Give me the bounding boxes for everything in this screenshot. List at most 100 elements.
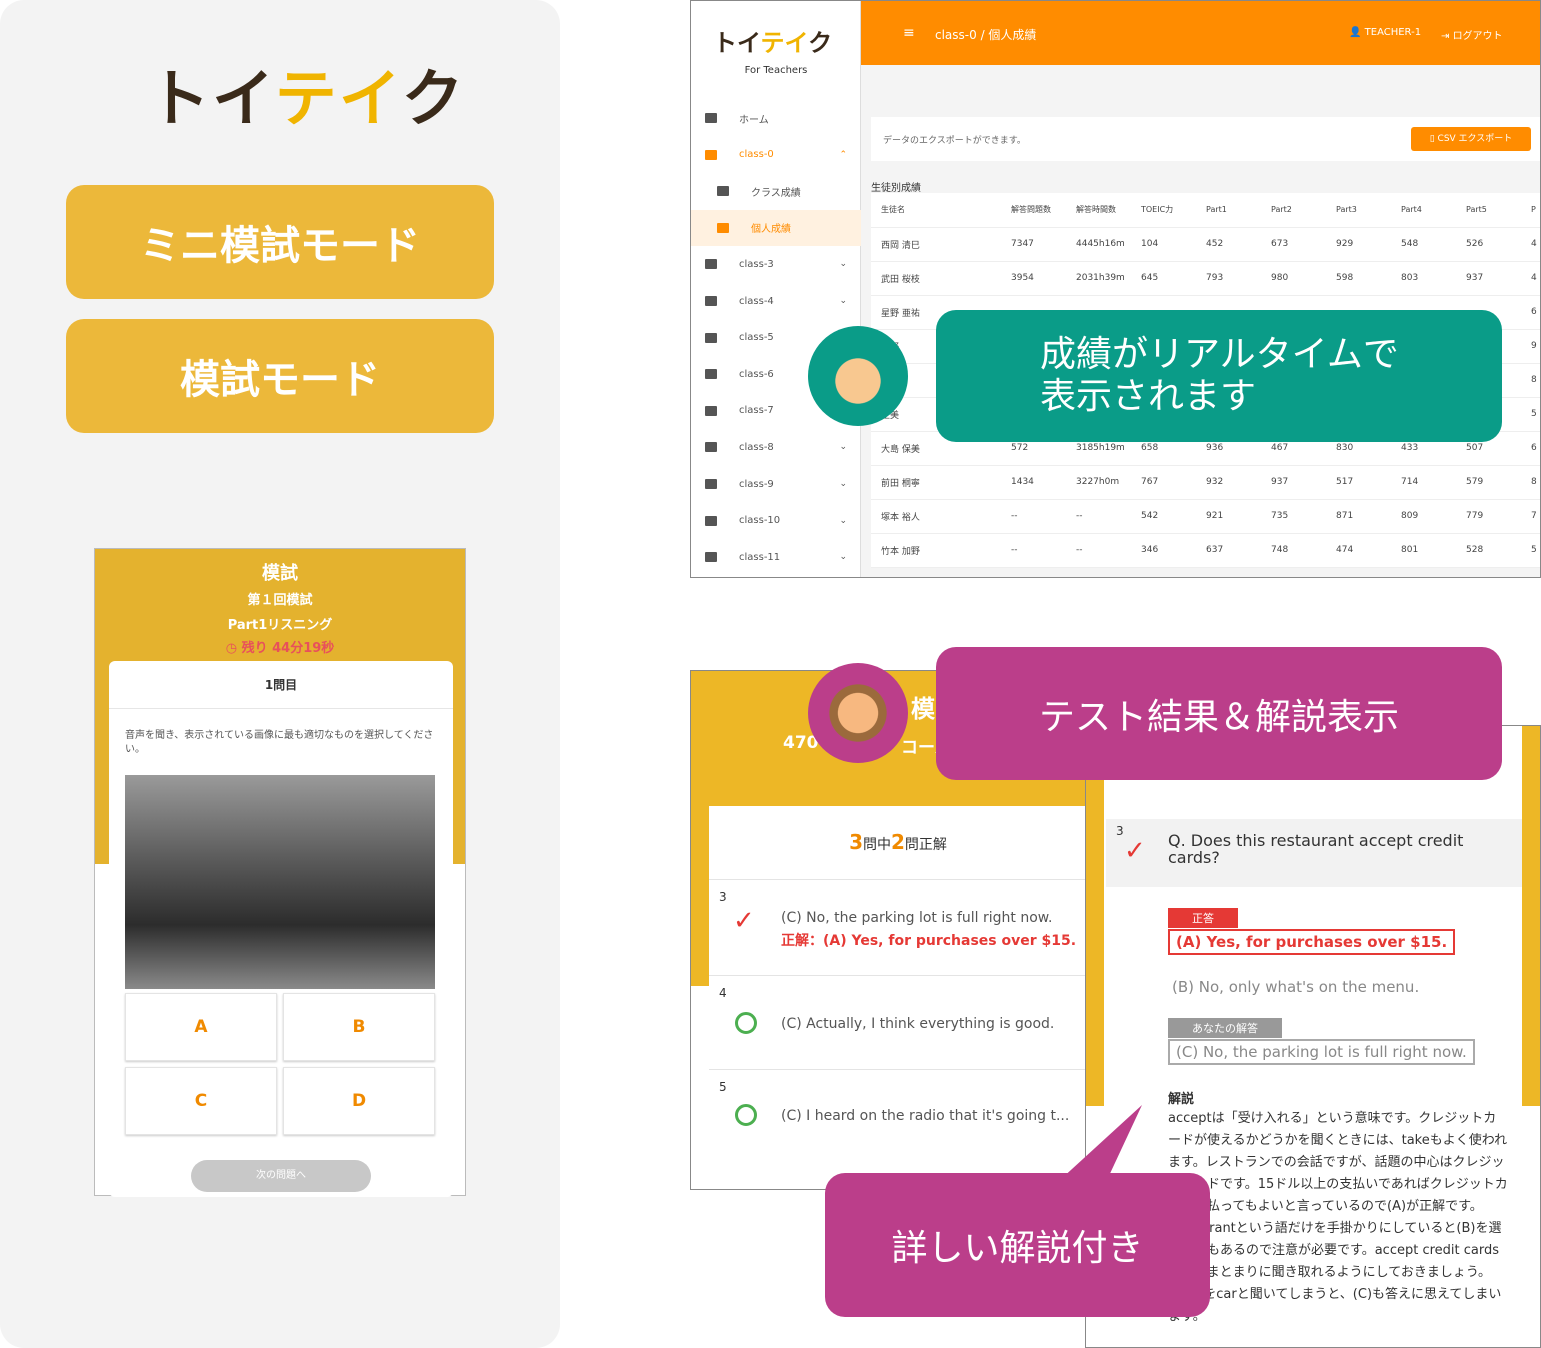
correct-answer: (A) Yes, for purchases over $15.: [1168, 929, 1456, 955]
chevron-down-icon: ⌄: [839, 259, 847, 270]
detail-callout: 詳しい解説付き: [825, 1173, 1210, 1317]
sidebar-item-label: class-11: [739, 551, 781, 563]
csv-export-button[interactable]: ▯ CSV エクスポート: [1411, 127, 1531, 151]
table-cell: 714: [1391, 465, 1456, 500]
table-row[interactable]: 西岡 清巳 7347 4445h16m 104 452 673 929 548 526 4: [871, 227, 1540, 262]
chevron-down-icon: ⌄: [839, 296, 847, 306]
your-answer: (C) No, the parking lot is full right no…: [1168, 1039, 1475, 1065]
column-header: Part4: [1391, 193, 1456, 228]
table-row[interactable]: 塚本 裕人 -- -- 542 921 735 871 809 779 7: [871, 499, 1540, 534]
sidebar-item[interactable]: class-11 ⌄: [691, 539, 861, 575]
option-c[interactable]: C: [125, 1067, 277, 1135]
option-a[interactable]: A: [125, 993, 277, 1061]
result-item[interactable]: 4 (C) Actually, I think everything is go…: [709, 975, 1085, 1069]
result-item[interactable]: 3 ✓ (C) No, the parking lot is full righ…: [709, 879, 1085, 975]
table-cell: 929: [1326, 227, 1391, 262]
table-cell: --: [1001, 499, 1066, 534]
table-cell: 5: [1521, 397, 1540, 432]
exam-mode-button[interactable]: 模試モード: [66, 319, 494, 433]
sidebar-item[interactable]: class-3 ⌄: [691, 246, 861, 282]
column-header: 解答問題数: [1001, 193, 1066, 228]
sidebar-item[interactable]: ホーム: [691, 100, 861, 136]
table-cell: 前田 桐寧: [871, 465, 1001, 500]
folder-icon: [705, 332, 717, 343]
logout-icon: ⇥: [1441, 31, 1453, 42]
export-panel: データのエクスポートができます。 ▯ CSV エクスポート: [871, 117, 1540, 161]
sidebar-item-label: class-6: [739, 368, 774, 380]
table-cell: 779: [1456, 499, 1521, 534]
table-cell: 4: [1521, 261, 1540, 296]
section-title: 生徒別成績: [871, 183, 921, 194]
sidebar-item[interactable]: class-9 ⌄: [691, 466, 861, 502]
mini-exam-mode-button[interactable]: ミニ模試モード: [66, 185, 494, 299]
question-photo: [125, 775, 435, 989]
circle-icon: [735, 1012, 757, 1034]
logout-button[interactable]: ⇥ ログアウト: [1441, 27, 1503, 42]
sidebar-item[interactable]: class-0 ⌃: [691, 137, 861, 173]
chevron-down-icon: ⌄: [839, 552, 847, 563]
correct-label: 正答: [1168, 908, 1238, 928]
table-cell: 竹本 加野: [871, 533, 1001, 568]
question-number: 1問目: [109, 661, 453, 709]
check-icon: ✓: [1124, 836, 1146, 866]
sidebar-item[interactable]: class-4 ⌄: [691, 283, 861, 319]
column-header: TOEIC力: [1131, 193, 1196, 228]
folder-icon: [705, 515, 717, 526]
table-cell: 801: [1391, 533, 1456, 568]
timer: ◷ 残り 44分19秒: [225, 641, 335, 656]
score-summary: 3問中2問正解: [709, 806, 1085, 878]
table-cell: 346: [1131, 533, 1196, 568]
folder-icon: [705, 149, 717, 160]
sidebar-item[interactable]: class-8 ⌄: [691, 429, 861, 465]
table-cell: 673: [1261, 227, 1326, 262]
table-row[interactable]: 武田 桜枝 3954 2031h39m 645 793 980 598 803 937 4: [871, 261, 1540, 296]
table-cell: 637: [1196, 533, 1261, 568]
table-cell: 767: [1131, 465, 1196, 500]
table-cell: 8: [1521, 465, 1540, 500]
table-cell: 645: [1131, 261, 1196, 296]
column-header: P: [1521, 193, 1540, 228]
explanation-label: 解説: [1168, 1092, 1195, 1107]
chevron-down-icon: ⌄: [839, 515, 847, 526]
table-cell: 2031h39m: [1066, 261, 1131, 296]
table-cell: 548: [1391, 227, 1456, 262]
sidebar-item-label: class-3: [739, 258, 774, 270]
table-cell: 8: [1521, 363, 1540, 398]
sidebar-logo: トイテイク: [713, 29, 833, 57]
result-item[interactable]: 5 (C) I heard on the radio that it's goi…: [709, 1069, 1085, 1163]
table-cell: 748: [1261, 533, 1326, 568]
table-cell: 598: [1326, 261, 1391, 296]
table-cell: 528: [1456, 533, 1521, 568]
sidebar-item[interactable]: 個人成績: [691, 209, 861, 246]
sidebar-item[interactable]: class-10 ⌄: [691, 503, 861, 539]
file-icon: ▯: [1429, 134, 1438, 144]
sidebar-item-label: class-0: [739, 149, 774, 161]
table-cell: 871: [1326, 499, 1391, 534]
table-row[interactable]: 竹本 加野 -- -- 346 637 748 474 801 528 5: [871, 533, 1540, 568]
table-cell: 526: [1456, 227, 1521, 262]
your-answer-label: あなたの解答: [1168, 1018, 1282, 1038]
sidebar-item[interactable]: クラス成績: [691, 173, 861, 209]
option-d[interactable]: D: [283, 1067, 435, 1135]
for-teachers: For Teachers: [744, 65, 808, 76]
sidebar-item-label: class-5: [739, 332, 774, 344]
table-cell: 809: [1391, 499, 1456, 534]
table-row[interactable]: 前田 桐寧 1434 3227h0m 767 932 937 517 714 579 8: [871, 465, 1540, 500]
next-question-button[interactable]: 次の問題へ: [191, 1160, 371, 1192]
chevron-down-icon: ⌄: [839, 442, 847, 453]
toitake-logo: トイテイク: [148, 62, 466, 135]
table-cell: 452: [1196, 227, 1261, 262]
table-cell: 980: [1261, 261, 1326, 296]
circle-icon: [735, 1104, 757, 1126]
menu-icon[interactable]: ≡: [903, 25, 915, 41]
table-cell: 4445h16m: [1066, 227, 1131, 262]
question-card: 1問目 音声を聞き、表示されている画像に最も適切なものを選択してください。 A …: [109, 661, 453, 1197]
teacher-avatar: [808, 326, 908, 426]
sidebar-item-label: class-10: [739, 515, 781, 527]
table-cell: --: [1066, 499, 1131, 534]
folder-icon: [705, 369, 717, 380]
option-b[interactable]: B: [283, 993, 435, 1061]
user-menu[interactable]: 👤 TEACHER-1: [1349, 27, 1421, 38]
folder-icon: [705, 552, 717, 563]
table-cell: 4: [1521, 227, 1540, 262]
